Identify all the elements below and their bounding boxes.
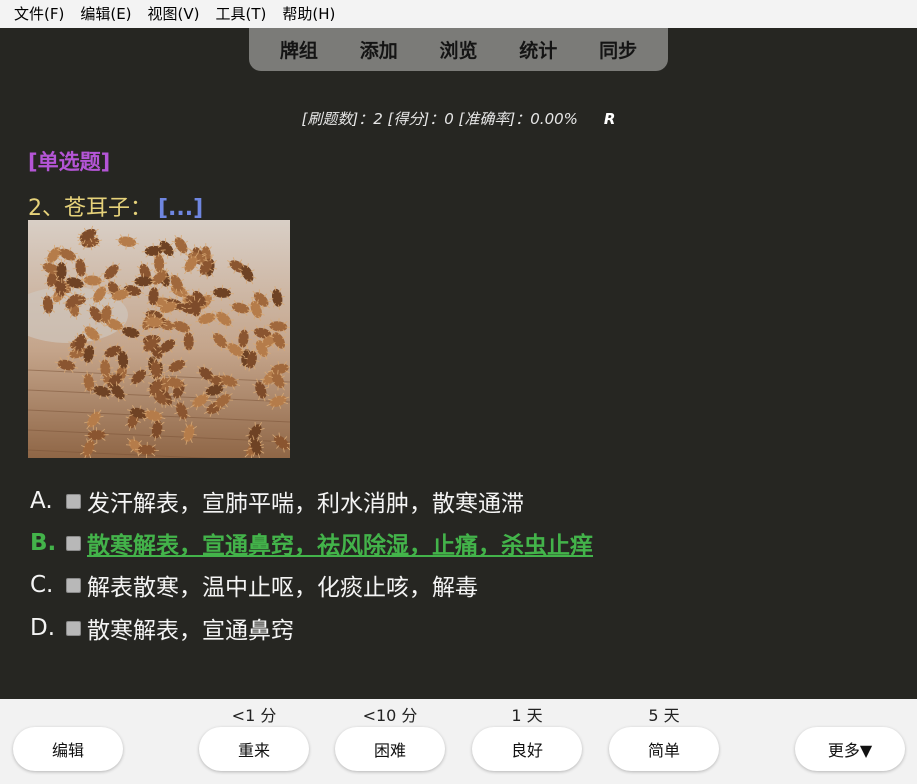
option-b[interactable]: B. 散寒解表，宣通鼻窍，祛风除湿，止痛，杀虫止痒: [30, 526, 593, 560]
menu-view[interactable]: 视图(V): [140, 0, 208, 28]
question-prompt: 2、苍耳子：: [28, 196, 152, 221]
interval-easy: 5 天: [648, 706, 680, 725]
more-button[interactable]: 更多▼: [795, 727, 905, 771]
option-text: 散寒解表，宣通鼻窍: [87, 618, 294, 644]
option-text: 解表散寒，温中止呕，化痰止咳，解毒: [87, 575, 478, 601]
interval-hard: <10 分: [362, 706, 418, 725]
option-d[interactable]: D. 散寒解表，宣通鼻窍: [30, 611, 294, 645]
option-checkbox[interactable]: [66, 620, 81, 636]
herb-photo-art: [28, 225, 290, 458]
question-type: [单选题]: [28, 150, 111, 174]
menu-edit[interactable]: 编辑(E): [72, 0, 139, 28]
menu-file[interactable]: 文件(F): [6, 0, 72, 28]
option-letter: C.: [30, 572, 54, 598]
hard-button[interactable]: 困难: [335, 727, 445, 771]
nav-decks[interactable]: 牌组: [274, 36, 324, 63]
good-button[interactable]: 良好: [472, 727, 582, 771]
interval-again: <1 分: [231, 706, 277, 725]
option-text: 发汗解表，宣肺平喘，利水消肿，散寒通滞: [87, 491, 524, 517]
menu-help[interactable]: 帮助(H): [274, 0, 343, 28]
easy-button[interactable]: 简单: [609, 727, 719, 771]
menu-bar: 文件(F) 编辑(E) 视图(V) 工具(T) 帮助(H): [0, 0, 917, 28]
option-checkbox[interactable]: [66, 493, 81, 509]
option-text: 散寒解表，宣通鼻窍，祛风除湿，止痛，杀虫止痒: [87, 533, 593, 559]
stats-text: [刷题数]：2 [得分]：0 [准确率]：0.00%: [301, 110, 578, 128]
edit-button[interactable]: 编辑: [13, 727, 123, 771]
menu-tools[interactable]: 工具(T): [208, 0, 275, 28]
stats-flag: R: [603, 110, 616, 128]
answer-bar: 编辑 <1 分 重来 <10 分 困难 1 天 良好 5 天 简单 更多▼: [0, 699, 917, 784]
top-nav: 牌组 添加 浏览 统计 同步: [249, 28, 668, 71]
herb-photo: [28, 220, 290, 458]
option-letter: D.: [30, 615, 56, 641]
question-prompt-line: 2、苍耳子： [...]: [28, 190, 203, 222]
option-checkbox[interactable]: [66, 577, 81, 593]
again-button[interactable]: 重来: [199, 727, 309, 771]
nav-browse[interactable]: 浏览: [433, 36, 483, 63]
option-a[interactable]: A. 发汗解表，宣肺平喘，利水消肿，散寒通滞: [30, 484, 524, 518]
option-letter: A.: [30, 488, 53, 514]
interval-good: 1 天: [511, 706, 543, 725]
option-letter: B.: [30, 530, 57, 556]
option-checkbox[interactable]: [66, 535, 81, 551]
option-c[interactable]: C. 解表散寒，温中止呕，化痰止咳，解毒: [30, 568, 478, 602]
nav-add[interactable]: 添加: [354, 36, 404, 63]
nav-sync[interactable]: 同步: [593, 36, 643, 63]
stats-line: [刷题数]：2 [得分]：0 [准确率]：0.00% R: [0, 108, 917, 129]
question-blank: [...]: [158, 196, 204, 221]
nav-stats[interactable]: 统计: [513, 36, 563, 63]
